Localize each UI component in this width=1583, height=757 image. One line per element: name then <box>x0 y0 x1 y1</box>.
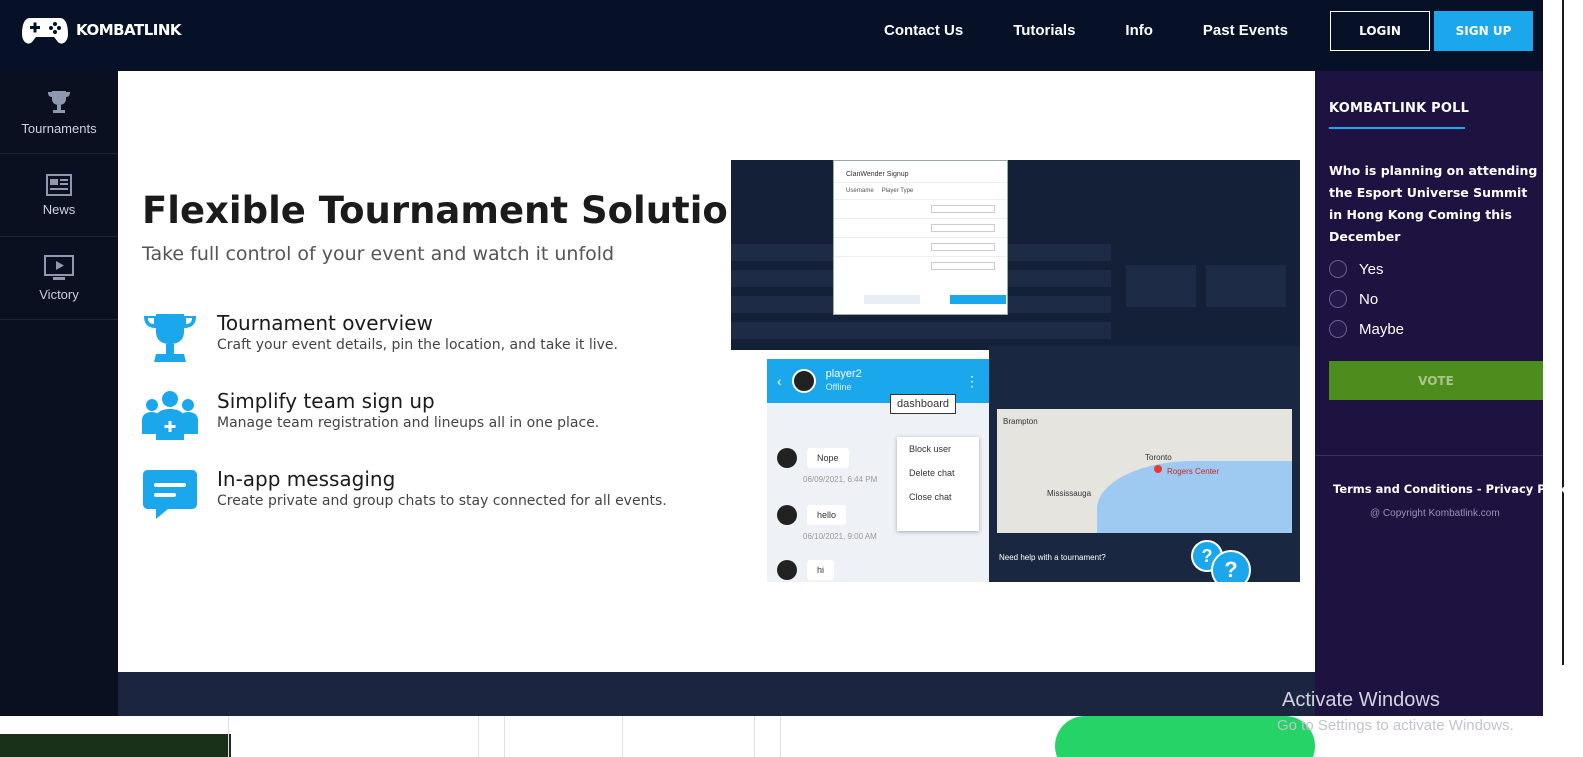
avatar <box>777 505 797 525</box>
sidebar-item-label: Victory <box>39 286 79 302</box>
nav-past-events[interactable]: Past Events <box>1203 22 1288 39</box>
poll-title-underline <box>1329 127 1465 129</box>
sidebar-item-label: Tournaments <box>21 120 97 136</box>
sidebar-item-victory[interactable]: Victory <box>0 237 118 320</box>
trophy-icon <box>144 314 196 362</box>
chat-header: ‹ player2 Offline ⋮ <box>767 359 991 403</box>
chat-username: player2 <box>825 368 862 380</box>
signup-modal-preview: ClanWender Signup Username Player Type <box>833 160 1008 315</box>
nav-info[interactable]: Info <box>1125 22 1153 39</box>
feature-description: Craft your event details, pin the locati… <box>217 337 618 353</box>
feature-title: Tournament overview <box>217 311 433 335</box>
team-icon <box>142 391 198 440</box>
sidebar-item-label: News <box>42 201 76 217</box>
feature-tournament-overview: Tournament overview Craft your event det… <box>142 312 618 364</box>
menu-item: Close chat <box>909 492 952 502</box>
copyright: @ Copyright Kombatlink.com <box>1370 508 1500 519</box>
modal-column: Username <box>846 188 874 194</box>
scrollbar[interactable] <box>1562 0 1564 665</box>
page-title: Flexible Tournament Solution <box>142 189 755 232</box>
divider <box>1315 455 1543 456</box>
feature-description: Manage team registration and lineups all… <box>217 415 600 431</box>
radio-button[interactable] <box>1329 260 1347 278</box>
modal-title: ClanWender Signup <box>846 171 909 178</box>
product-screenshot: ClanWender Signup Username Player Type ‹ … <box>731 160 1300 582</box>
tv-icon <box>44 254 74 280</box>
poll-panel: KOMBATLINK POLL Who is planning on atten… <box>1315 71 1576 716</box>
help-bubble-icon: ? <box>1211 550 1251 582</box>
sidebar-item-tournaments[interactable]: Tournaments <box>0 71 118 154</box>
back-arrow-icon: ‹ <box>777 373 782 389</box>
main-nav: Contact Us Tutorials Info Past Events <box>884 22 1338 39</box>
signup-button[interactable]: SIGN UP <box>1434 11 1533 51</box>
feature-title: Simplify team sign up <box>217 389 435 413</box>
more-options-icon: ⋮ <box>965 372 979 389</box>
tooltip: dashboard <box>890 394 956 414</box>
sidebar-item-news[interactable]: News <box>0 154 118 237</box>
poll-option-maybe[interactable]: Maybe <box>1329 320 1404 338</box>
chat-message: hi <box>777 560 835 580</box>
location-pin-icon <box>1154 465 1162 473</box>
chat-icon <box>143 470 197 519</box>
help-text: Need help with a tournament? <box>999 553 1106 562</box>
gamepad-icon <box>22 18 68 44</box>
nav-contact-us[interactable]: Contact Us <box>884 22 963 39</box>
radio-button[interactable] <box>1329 320 1347 338</box>
chat-message: hello <box>777 505 847 525</box>
feature-title: In-app messaging <box>217 467 396 491</box>
map: Toronto Rogers Center Mississauga Brampt… <box>997 409 1292 533</box>
poll-title: KOMBATLINK POLL <box>1329 101 1470 116</box>
nav-tutorials[interactable]: Tutorials <box>1013 22 1075 39</box>
page-subtitle: Take full control of your event and watc… <box>142 243 615 265</box>
login-button[interactable]: LOGIN <box>1330 11 1430 51</box>
map-preview: Toronto Rogers Center Mississauga Brampt… <box>989 346 1300 582</box>
chat-timestamp: 06/09/2021, 6:44 PM <box>803 475 878 484</box>
poll-question: Who is planning on attending the Esport … <box>1329 163 1538 244</box>
right-edge <box>1543 0 1583 757</box>
dashboard-preview: ClanWender Signup Username Player Type <box>731 160 1300 350</box>
top-navbar: KOMBATLINK Contact Us Tutorials Info Pas… <box>0 0 1543 71</box>
feature-in-app-messaging: In-app messaging Create private and grou… <box>142 468 667 520</box>
trophy-icon <box>48 90 70 113</box>
page: KOMBATLINK Contact Us Tutorials Info Pas… <box>0 0 1583 757</box>
avatar <box>791 369 816 393</box>
news-icon <box>46 173 72 196</box>
poll-option-no[interactable]: No <box>1329 290 1378 308</box>
brand-logo[interactable]: KOMBATLINK <box>22 14 182 46</box>
left-sidebar: Tournaments News Victory <box>0 71 118 716</box>
modal-column: Player Type <box>881 188 914 194</box>
avatar <box>777 448 797 468</box>
brand-name: KOMBATLINK <box>76 21 182 39</box>
radio-button[interactable] <box>1329 290 1347 308</box>
vote-button[interactable]: VOTE <box>1329 361 1543 400</box>
main-content: Flexible Tournament Solution Take full c… <box>118 71 1315 672</box>
terms-privacy-link[interactable]: Terms and Conditions - Privacy Policy <box>1333 482 1576 496</box>
chat-status: Offline <box>825 382 852 392</box>
menu-item: Delete chat <box>909 468 955 478</box>
chat-message: Nope <box>777 448 849 468</box>
whatsapp-widget[interactable] <box>1055 716 1315 757</box>
poll-option-yes[interactable]: Yes <box>1329 260 1383 278</box>
chat-preview: ‹ player2 Offline ⋮ Block user Delete ch… <box>767 359 991 582</box>
avatar <box>777 560 797 580</box>
footer-band <box>118 672 1315 716</box>
chat-timestamp: 06/10/2021, 9:00 AM <box>803 532 877 541</box>
feature-description: Create private and group chats to stay c… <box>217 493 667 509</box>
feature-team-signup: Simplify team sign up Manage team regist… <box>142 390 599 442</box>
chat-context-menu: Block user Delete chat Close chat <box>897 437 979 531</box>
windows-activation-subtitle: Go to Settings to activate Windows. <box>1277 717 1514 734</box>
menu-item: Block user <box>909 444 952 454</box>
windows-activation-title: Activate Windows <box>1282 689 1440 711</box>
